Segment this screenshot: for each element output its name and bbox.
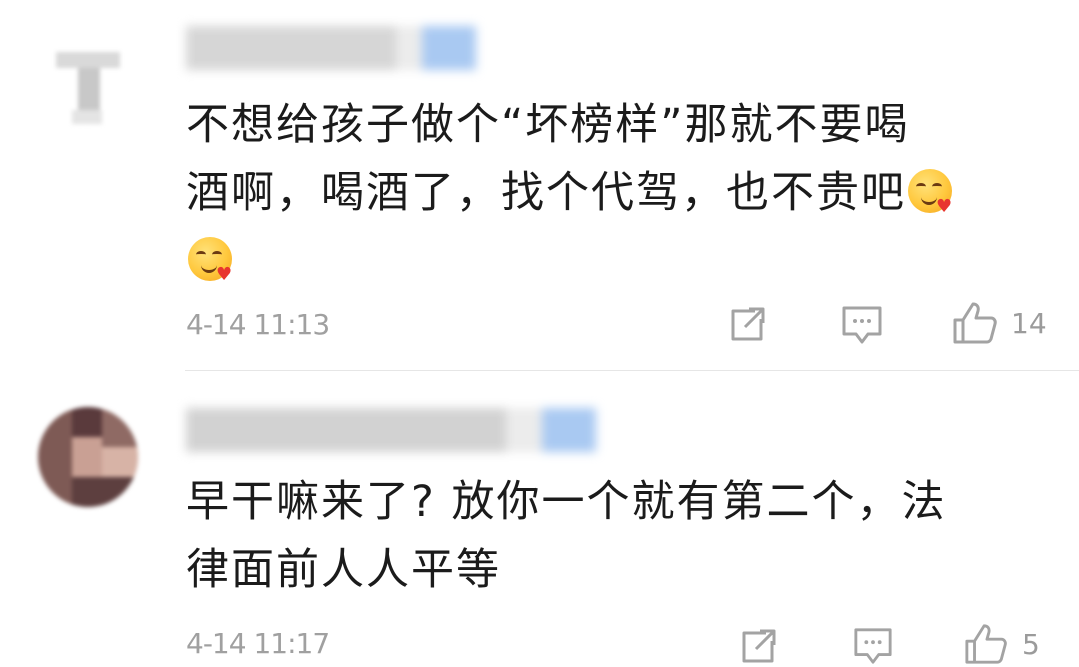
username[interactable]	[186, 408, 596, 452]
thumbs-up-icon	[965, 624, 1007, 664]
like-button[interactable]: 5	[962, 622, 1040, 666]
thumbs-up-icon	[953, 302, 997, 344]
share-icon	[731, 307, 765, 341]
comment-icon	[842, 306, 882, 344]
avatar[interactable]	[38, 30, 138, 130]
comment-text-line: 早干嘛来了? 放你一个就有第二个，法	[186, 477, 947, 527]
drooling-face-emoji-icon: ♥	[188, 237, 232, 284]
comment-text: 不想给孩子做个“坏榜样”那就不要喝 酒啊，喝酒了，找个代驾，也不贵吧 ♥ ♥	[186, 91, 1056, 295]
comment-text-line: 律面前人人平等	[186, 545, 501, 595]
comment-item: 早干嘛来了? 放你一个就有第二个，法 律面前人人平等 4-14 11:17 5	[0, 371, 1079, 667]
like-count: 14	[1011, 306, 1047, 340]
share-button[interactable]	[738, 627, 778, 665]
comment-item: 不想给孩子做个“坏榜样”那就不要喝 酒啊，喝酒了，找个代驾，也不贵吧 ♥ ♥ 4-…	[0, 0, 1079, 370]
reply-button[interactable]	[851, 626, 895, 666]
reply-button[interactable]	[840, 304, 884, 346]
comment-text: 早干嘛来了? 放你一个就有第二个，法 律面前人人平等	[186, 468, 1056, 604]
username[interactable]	[186, 26, 476, 70]
comment-text-line: 酒啊，喝酒了，找个代驾，也不贵吧	[186, 168, 906, 218]
like-count: 5	[1022, 627, 1040, 661]
like-button[interactable]: 14	[951, 300, 1047, 346]
comment-text-line: 不想给孩子做个“坏榜样”那就不要喝	[186, 100, 910, 150]
avatar[interactable]	[38, 407, 138, 507]
drooling-face-emoji-icon: ♥	[908, 169, 952, 216]
share-icon	[742, 629, 776, 663]
comment-timestamp: 4-14 11:17	[186, 627, 330, 660]
comment-timestamp: 4-14 11:13	[186, 308, 330, 341]
share-button[interactable]	[727, 305, 767, 343]
comment-icon	[854, 628, 892, 664]
